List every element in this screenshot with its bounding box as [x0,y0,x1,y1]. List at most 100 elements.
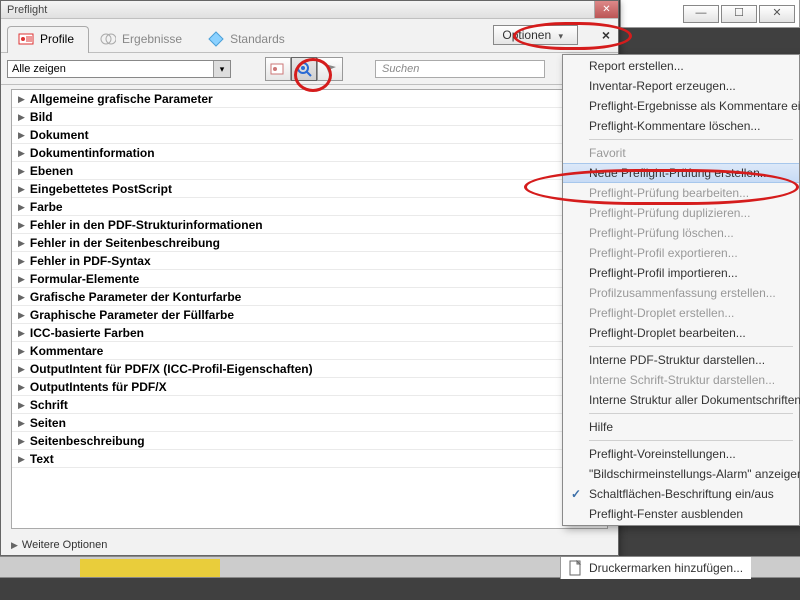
tree-row[interactable]: ▶Formular-Elemente [12,270,607,288]
menu-separator [589,139,793,140]
menu-item[interactable]: Preflight-Ergebnisse als Kommentare einf… [563,96,799,116]
menu-item: Preflight-Prüfung duplizieren... [563,203,799,223]
tree-label: Kommentare [30,342,103,360]
menu-item[interactable]: Neue Preflight-Prüfung erstellen... [563,163,799,183]
tree-row[interactable]: ▶Dokumentinformation [12,144,607,162]
menu-separator [589,346,793,347]
tool-btn-2[interactable] [291,57,317,81]
category-tree[interactable]: ▶Allgemeine grafische Parameter▶Bild▶Dok… [11,89,608,529]
close-button[interactable]: ✕ [759,5,795,23]
bottom-label: Druckermarken hinzufügen... [589,561,743,575]
tree-row[interactable]: ▶Eingebettetes PostScript [12,180,607,198]
chevron-right-icon: ▶ [18,198,25,216]
menu-item: Favorit [563,143,799,163]
menu-item[interactable]: Interne Struktur aller Dokumentschriften… [563,390,799,410]
footer-label: Weitere Optionen [22,539,107,551]
footer-more-options[interactable]: ▶ Weitere Optionen [11,539,107,551]
combo-value: Alle zeigen [12,61,66,77]
chevron-right-icon: ▶ [18,108,25,126]
preflight-panel: Preflight ✕ Profile Ergebnisse Standards… [0,0,619,556]
chevron-right-icon: ▶ [18,180,25,198]
tab-label: Profile [40,32,74,46]
tool-btn-3[interactable] [317,57,343,81]
secondary-window-controls: — ☐ ✕ [620,0,800,28]
tree-label: Graphische Parameter der Füllfarbe [30,306,234,324]
tree-row[interactable]: ▶ Seitenbeschreibung [12,432,607,450]
tree-row[interactable]: ▶ Fehler in PDF-Syntax [12,252,607,270]
tree-label: ICC-basierte Farben [30,324,144,342]
panel-close-button[interactable]: ✕ [594,1,618,18]
menu-item[interactable]: Preflight-Kommentare löschen... [563,116,799,136]
chevron-right-icon: ▶ [18,414,25,432]
menu-item[interactable]: Report erstellen... [563,56,799,76]
tree-label: Fehler in PDF-Syntax [30,252,151,270]
menu-item[interactable]: Preflight-Droplet bearbeiten... [563,323,799,343]
tree-label: Seiten [30,414,66,432]
menu-item[interactable]: "Bildschirmeinstellungs-Alarm" anzeigen [563,464,799,484]
tree-row[interactable]: ▶Ebenen [12,162,607,180]
menu-item[interactable]: Preflight-Voreinstellungen... [563,444,799,464]
menu-item[interactable]: Preflight-Profil importieren... [563,263,799,283]
tree-label: Grafische Parameter der Konturfarbe [30,288,241,306]
standards-icon [208,31,224,47]
tree-label: Farbe [30,198,63,216]
tree-row[interactable]: ▶Dokument [12,126,607,144]
chevron-right-icon: ▶ [11,540,18,551]
chevron-right-icon: ▶ [18,216,25,234]
menu-separator [589,440,793,441]
menu-item[interactable]: Schaltflächen-Beschriftung ein/aus [563,484,799,504]
tab-standards[interactable]: Standards [197,26,300,53]
tree-row[interactable]: ▶Text [12,450,607,468]
tab-label: Ergebnisse [122,32,182,46]
menu-item[interactable]: Hilfe [563,417,799,437]
tree-label: OutputIntents für PDF/X [30,378,167,396]
tree-row[interactable]: ▶Allgemeine grafische Parameter [12,90,607,108]
maximize-button[interactable]: ☐ [721,5,757,23]
chevron-right-icon: ▶ [18,90,25,108]
menu-item[interactable]: Preflight-Fenster ausblenden [563,504,799,524]
chevron-right-icon: ▶ [18,378,25,396]
bottom-tool-menu[interactable]: Druckermarken hinzufügen... [560,557,751,579]
tab-profile[interactable]: Profile [7,26,89,53]
chevron-right-icon: ▶ [18,432,25,450]
tree-row[interactable]: ▶ Graphische Parameter der Füllfarbe [12,306,607,324]
tree-row[interactable]: ▶ Farbe [12,198,607,216]
tree-row[interactable]: ▶Schrift [12,396,607,414]
search-input[interactable]: Suchen [375,60,545,78]
tree-row[interactable]: ▶ Seiten [12,414,607,432]
menu-item: Interne Schrift-Struktur darstellen... [563,370,799,390]
options-dropdown-button[interactable]: Optionen [493,25,578,45]
menu-item[interactable]: Inventar-Report erzeugen... [563,76,799,96]
chevron-right-icon: ▶ [18,234,25,252]
tree-row[interactable]: ▶ OutputIntents für PDF/X [12,378,607,396]
tool-group [265,57,343,81]
tree-label: Schrift [30,396,68,414]
tree-row[interactable]: ▶Bild [12,108,607,126]
chevron-right-icon: ▶ [18,342,25,360]
menu-separator [589,413,793,414]
chevron-right-icon: ▶ [18,360,25,378]
tree-row[interactable]: ▶Grafische Parameter der Konturfarbe [12,288,607,306]
filter-combo[interactable]: Alle zeigen [7,60,231,78]
tree-row[interactable]: ▶Fehler in der Seitenbeschreibung [12,234,607,252]
chevron-right-icon: ▶ [18,252,25,270]
profile-icon [18,31,34,47]
tree-label: Seitenbeschreibung [30,432,145,450]
chevron-right-icon: ▶ [18,306,25,324]
chevron-right-icon: ▶ [18,324,25,342]
chevron-right-icon: ▶ [18,450,25,468]
tabbar-close-icon[interactable]: × [602,27,610,43]
bottom-strip: Druckermarken hinzufügen... [0,556,800,578]
chevron-right-icon: ▶ [18,162,25,180]
tool-btn-1[interactable] [265,57,291,81]
titlebar: Preflight ✕ [1,1,618,19]
tree-row[interactable]: ▶ ICC-basierte Farben [12,324,607,342]
tree-row[interactable]: ▶Fehler in den PDF-Strukturinformationen [12,216,607,234]
tree-row[interactable]: ▶ OutputIntent für PDF/X (ICC-Profil-Eige… [12,360,607,378]
tree-label: OutputIntent für PDF/X (ICC-Profil-Eigen… [30,360,313,378]
minimize-button[interactable]: — [683,5,719,23]
menu-item[interactable]: Interne PDF-Struktur darstellen... [563,350,799,370]
tree-row[interactable]: ▶ Kommentare [12,342,607,360]
tab-ergebnisse[interactable]: Ergebnisse [89,26,197,53]
chevron-right-icon: ▶ [18,270,25,288]
